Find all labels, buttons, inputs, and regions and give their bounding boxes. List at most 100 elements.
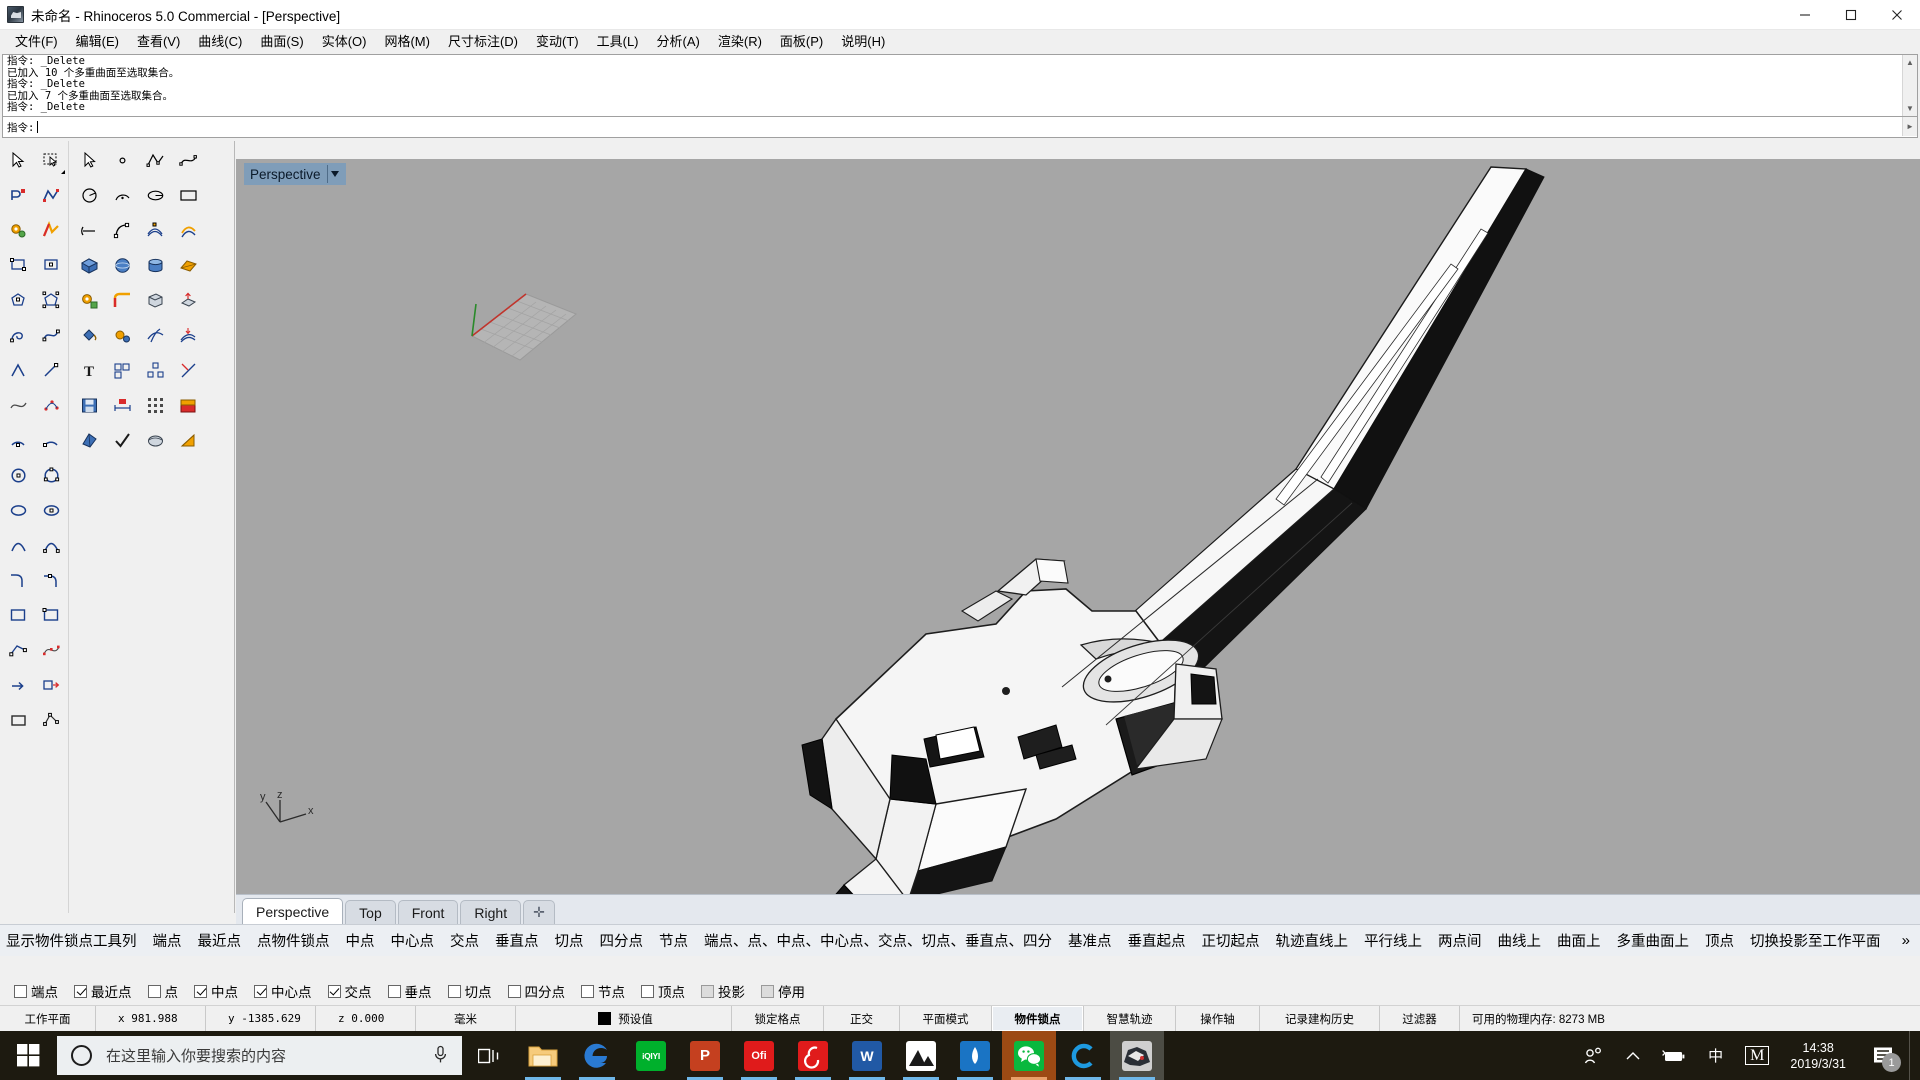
array-rectangular-icon[interactable] <box>106 353 139 388</box>
tab-top[interactable]: Top <box>345 900 396 924</box>
show-hidden-icons-icon[interactable] <box>1615 1051 1651 1061</box>
checkbox-box[interactable] <box>447 984 461 998</box>
osnap-on-curve[interactable]: 曲线上 <box>1490 930 1550 951</box>
taskbar-app-360-browser[interactable] <box>1056 1031 1110 1080</box>
control-points-icon[interactable] <box>35 633 68 668</box>
arc-segment-icon[interactable] <box>73 213 106 248</box>
scroll-up-icon[interactable]: ▲ <box>1903 55 1917 70</box>
layer-color-swatch[interactable] <box>598 1012 612 1025</box>
ellipse-icon[interactable] <box>2 493 35 528</box>
menu-curve[interactable]: 曲线(C) <box>189 31 251 52</box>
point-object-icon[interactable] <box>2 178 35 213</box>
select-objects-icon[interactable] <box>35 143 68 178</box>
tab-front[interactable]: Front <box>397 900 459 924</box>
loft-icon[interactable] <box>172 318 205 353</box>
circle-center-radius-icon[interactable] <box>73 178 106 213</box>
taskbar-app-powerpoint[interactable]: P <box>678 1031 732 1080</box>
save-disk-icon[interactable] <box>73 388 106 423</box>
checkbox-box[interactable] <box>194 984 207 998</box>
osnap-basepoint[interactable]: 基准点 <box>1060 930 1120 951</box>
square-outline-icon[interactable] <box>2 703 35 738</box>
curve-network-icon[interactable] <box>139 318 172 353</box>
start-button[interactable] <box>0 1031 57 1080</box>
menu-solid[interactable]: 实体(O) <box>313 31 376 52</box>
taskbar-app-iqiyi[interactable]: iQIYI <box>624 1031 678 1080</box>
osnap-project-to-cplane[interactable]: 切换投影至工作平面 <box>1742 930 1889 951</box>
model-geometry[interactable] <box>236 159 1920 894</box>
checkbox-center[interactable]: 中心点 <box>254 981 312 1001</box>
select-arrow-icon[interactable] <box>2 143 35 178</box>
osnap-vertex[interactable]: 顶点 <box>1697 930 1742 951</box>
taskbar-search-box[interactable]: 在这里输入你要搜索的内容 <box>57 1036 462 1075</box>
osnap-nearest[interactable]: 最近点 <box>190 930 250 951</box>
checkbox-box[interactable] <box>507 984 521 998</box>
surface-patch-icon[interactable] <box>172 248 205 283</box>
checkbox-point[interactable]: 点 <box>147 981 178 1001</box>
status-toggle-osnap[interactable]: 物件锁点 <box>992 1006 1084 1031</box>
arc-tool-icon[interactable] <box>106 178 139 213</box>
menu-help[interactable]: 说明(H) <box>832 31 894 52</box>
surface-extrude-icon[interactable] <box>172 213 205 248</box>
status-toggle-smarttrack[interactable]: 智慧轨迹 <box>1084 1006 1176 1031</box>
freeform-curve-icon[interactable] <box>35 318 68 353</box>
command-prompt-row[interactable]: 指令: ► <box>2 117 1918 138</box>
menu-view[interactable]: 查看(V) <box>128 31 189 52</box>
object-properties-icon[interactable] <box>106 318 139 353</box>
checkbox-nearest[interactable]: 最近点 <box>74 981 132 1001</box>
osnap-knot[interactable]: 节点 <box>651 930 696 951</box>
polyline-icon[interactable] <box>35 178 68 213</box>
status-toggle-grid-snap[interactable]: 锁定格点 <box>732 1006 824 1031</box>
people-icon[interactable] <box>1573 1047 1615 1065</box>
polygon-grid-icon[interactable] <box>35 283 68 318</box>
osnap-center[interactable]: 中心点 <box>383 930 443 951</box>
arrow-flow-icon[interactable] <box>2 668 35 703</box>
menu-render[interactable]: 渲染(R) <box>709 31 771 52</box>
status-toggle-gumball[interactable]: 操作轴 <box>1176 1006 1260 1031</box>
gear-tools-icon[interactable] <box>2 213 35 248</box>
osnap-tangent-from[interactable]: 正切起点 <box>1194 930 1268 951</box>
taskbar-app-netease-music[interactable] <box>786 1031 840 1080</box>
status-toggle-planar[interactable]: 平面模式 <box>900 1006 992 1031</box>
taskbar-app-wps-office[interactable]: Ofi <box>732 1031 786 1080</box>
maximize-button[interactable] <box>1828 0 1874 30</box>
menu-tools[interactable]: 工具(L) <box>588 31 648 52</box>
taskbar-app-rhinoceros[interactable] <box>1110 1031 1164 1080</box>
dimension-icon[interactable] <box>106 388 139 423</box>
checkbox-box[interactable] <box>641 984 654 998</box>
checkbox-project[interactable]: 投影 <box>701 981 745 1001</box>
curve-blend-icon[interactable] <box>2 563 35 598</box>
surface-from-curves-icon[interactable] <box>139 213 172 248</box>
curve-through-points-icon[interactable] <box>2 388 35 423</box>
single-point-icon[interactable] <box>106 143 139 178</box>
checkbox-box[interactable] <box>761 984 774 998</box>
checkbox-box[interactable] <box>327 984 341 998</box>
sphere-solid-icon[interactable] <box>106 248 139 283</box>
menu-edit[interactable]: 编辑(E) <box>67 31 128 52</box>
line-point-icon[interactable] <box>35 353 68 388</box>
rectangle-draw-icon[interactable] <box>2 598 35 633</box>
command-history-scrollbar[interactable]: ▲ ▼ <box>1902 55 1917 116</box>
checkbox-box[interactable] <box>254 984 267 998</box>
conic-points-icon[interactable] <box>35 528 68 563</box>
status-layer[interactable]: 预设值 <box>516 1006 732 1031</box>
osnap-perpendicular-from[interactable]: 垂直起点 <box>1120 930 1194 951</box>
status-toggle-history[interactable]: 记录建构历史 <box>1260 1006 1380 1031</box>
add-viewport-tab-button[interactable]: ✛ <box>523 900 555 924</box>
menu-panels[interactable]: 面板(P) <box>771 31 832 52</box>
close-button[interactable] <box>1874 0 1920 30</box>
osnap-combined[interactable]: 端点、点、中点、中心点、交点、切点、垂直点、四分 <box>696 930 1060 951</box>
curve-from-objects-icon[interactable] <box>106 213 139 248</box>
osnap-along-line[interactable]: 轨迹直线上 <box>1268 930 1357 951</box>
status-units[interactable]: 毫米 <box>416 1006 516 1031</box>
osnap-on-surface[interactable]: 曲面上 <box>1549 930 1609 951</box>
osnap-tangent[interactable]: 切点 <box>547 930 592 951</box>
conic-icon[interactable] <box>2 528 35 563</box>
line-segment-icon[interactable] <box>2 353 35 388</box>
arrow-box-icon[interactable] <box>35 668 68 703</box>
pointer-select-icon[interactable] <box>73 143 106 178</box>
osnap-intersection[interactable]: 交点 <box>442 930 487 951</box>
taskbar-app-microsoft-edge[interactable] <box>570 1031 624 1080</box>
taskbar-app-file-explorer[interactable] <box>516 1031 570 1080</box>
command-history-panel[interactable]: 指令: _Delete 已加入 10 个多重曲面至选取集合。 指令: _Dele… <box>2 54 1918 117</box>
menu-mesh[interactable]: 网格(M) <box>375 31 439 52</box>
